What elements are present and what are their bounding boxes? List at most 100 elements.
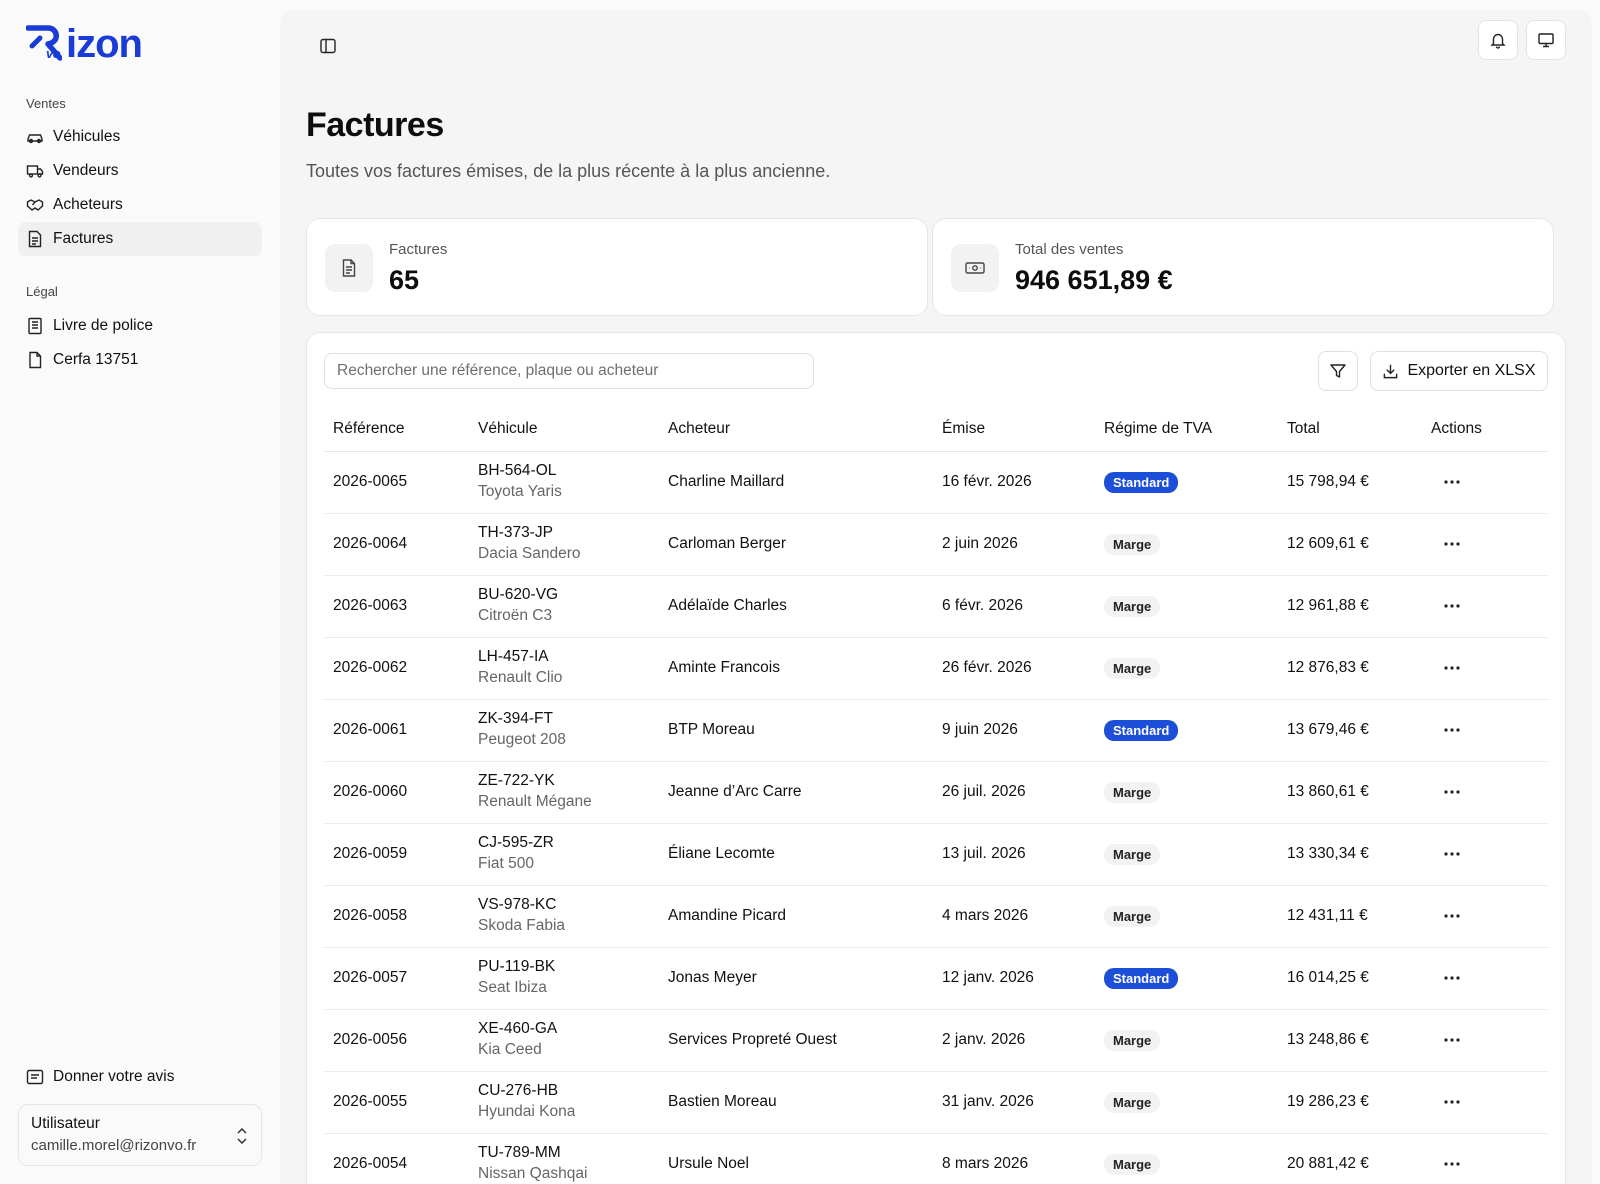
issue-date: 13 juil. 2026 [933,823,1095,886]
more-actions-button[interactable] [1437,718,1467,742]
vehicle-plate: ZK-394-FT [478,710,553,727]
more-actions-button[interactable] [1437,842,1467,866]
vat-cell: Marge [1095,1133,1278,1184]
actions-cell [1422,637,1548,700]
vehicle-cell: ZE-722-YK Renault Mégane [469,761,659,824]
more-actions-button[interactable] [1437,1028,1467,1052]
sidebar-item-factures[interactable]: Factures [18,222,262,256]
user-menu[interactable]: Utilisateur camille.morel@rizonvo.fr [18,1104,262,1166]
main-panel: Factures Toutes vos factures émises, de … [280,10,1592,1184]
truck-icon [26,162,44,180]
ellipsis-icon [1444,914,1460,918]
display-button[interactable] [1526,20,1566,60]
sidebar-item-cerfa[interactable]: Cerfa 13751 [18,343,262,377]
vehicle-model: Peugeot 208 [478,731,566,748]
invoice-total: 12 431,11 € [1278,885,1422,948]
vat-cell: Marge [1095,1009,1278,1072]
table-row[interactable]: 2026-0058 VS-978-KC Skoda Fabia Amandine Pi… [324,885,1548,948]
more-actions-button[interactable] [1437,1090,1467,1114]
issue-date: 2 janv. 2026 [933,1009,1095,1072]
vehicle-model: Hyundai Kona [478,1103,576,1120]
column-header[interactable]: Acheteur [659,407,933,452]
table-row[interactable]: 2026-0064 TH-373-JP Dacia Sandero Carloman … [324,513,1548,576]
invoice-reference: 2026-0061 [324,699,469,762]
document-icon [325,244,373,292]
vehicle-plate: CJ-595-ZR [478,834,554,851]
vehicle-cell: TH-373-JP Dacia Sandero [469,513,659,576]
table-row[interactable]: 2026-0057 PU-119-BK Seat Ibiza Jonas Meyer 1… [324,947,1548,1010]
vehicle-cell: ZK-394-FT Peugeot 208 [469,699,659,762]
monitor-icon [1538,33,1554,48]
issue-date: 12 janv. 2026 [933,947,1095,1010]
vehicle-plate: BU-620-VG [478,586,559,603]
brand-logo[interactable]: vo izon [26,22,156,66]
table-row[interactable]: 2026-0062 LH-457-IA Renault Clio Aminte Fra… [324,637,1548,700]
vat-regime-badge: Marge [1104,1091,1161,1113]
invoice-reference: 2026-0063 [324,575,469,638]
sidebar-item-acheteurs[interactable]: Acheteurs [18,188,262,222]
more-actions-button[interactable] [1437,532,1467,556]
column-header: Actions [1422,407,1548,452]
invoice-total: 13 860,61 € [1278,761,1422,824]
ellipsis-icon [1444,1100,1460,1104]
buyer-name: Amandine Picard [659,885,933,948]
more-actions-button[interactable] [1437,904,1467,928]
invoice-reference: 2026-0059 [324,823,469,886]
buyer-name: Aminte Francois [659,637,933,700]
invoice-total: 20 881,42 € [1278,1133,1422,1184]
ellipsis-icon [1444,1162,1460,1166]
more-actions-button[interactable] [1437,966,1467,990]
ellipsis-icon [1444,604,1460,608]
column-header[interactable]: Référence [324,407,469,452]
more-actions-button[interactable] [1437,594,1467,618]
issue-date: 2 juin 2026 [933,513,1095,576]
table-row[interactable]: 2026-0055 CU-276-HB Hyundai Kona Bastien Mo… [324,1071,1548,1134]
vehicle-cell: VS-978-KC Skoda Fabia [469,885,659,948]
sidebar-item-livre-de-police[interactable]: Livre de police [18,309,262,343]
table-row[interactable]: 2026-0061 ZK-394-FT Peugeot 208 BTP Moreau 9… [324,699,1548,762]
actions-cell [1422,947,1548,1010]
sidebar-item-vehicules[interactable]: Véhicules [18,120,262,154]
search-input[interactable] [324,353,814,389]
vehicle-model: Skoda Fabia [478,917,566,934]
vehicle-model: Fiat 500 [478,855,535,872]
sidebar-toggle-button[interactable] [314,32,342,60]
book-icon [26,317,44,335]
invoice-reference: 2026-0065 [324,451,469,514]
vat-cell: Marge [1095,575,1278,638]
sidebar-item-vendeurs[interactable]: Vendeurs [18,154,262,188]
table-row[interactable]: 2026-0054 TU-789-MM Nissan Qashqai Ursule N… [324,1133,1548,1184]
stat-value: 946 651,89 € [1015,265,1173,295]
vehicle-plate: TU-789-MM [478,1144,561,1161]
more-actions-button[interactable] [1437,470,1467,494]
invoice-reference: 2026-0054 [324,1133,469,1184]
invoice-total: 12 609,61 € [1278,513,1422,576]
column-header[interactable]: Véhicule [469,407,659,452]
more-actions-button[interactable] [1437,1152,1467,1176]
actions-cell [1422,1071,1548,1134]
table-row[interactable]: 2026-0060 ZE-722-YK Renault Mégane Jeanne d… [324,761,1548,824]
more-actions-button[interactable] [1437,656,1467,680]
page-subtitle: Toutes vos factures émises, de la plus r… [306,161,831,181]
actions-cell [1422,575,1548,638]
sidebar-item-label: Cerfa 13751 [53,351,139,368]
column-header[interactable]: Régime de TVA [1095,407,1278,452]
notifications-button[interactable] [1478,20,1518,60]
invoice-total: 12 961,88 € [1278,575,1422,638]
table-row[interactable]: 2026-0056 XE-460-GA Kia Ceed Services Propr… [324,1009,1548,1072]
more-actions-button[interactable] [1437,780,1467,804]
actions-cell [1422,699,1548,762]
feedback-button[interactable]: Donner votre avis [18,1060,262,1094]
sidebar-item-label: Acheteurs [53,196,123,213]
column-header[interactable]: Émise [933,407,1095,452]
filter-button[interactable] [1318,351,1358,391]
export-label: Exporter en XLSX [1407,362,1536,379]
table-row[interactable]: 2026-0063 BU-620-VG Citroën C3 Adélaïde Cha… [324,575,1548,638]
table-row[interactable]: 2026-0059 CJ-595-ZR Fiat 500 Éliane Lecomte… [324,823,1548,886]
table-row[interactable]: 2026-0065 BH-564-OL Toyota Yaris Charline M… [324,451,1548,514]
sidebar-item-label: Livre de police [53,317,153,334]
column-header[interactable]: Total [1278,407,1422,452]
vehicle-cell: TU-789-MM Nissan Qashqai [469,1133,659,1184]
export-xlsx-button[interactable]: Exporter en XLSX [1370,351,1548,391]
vat-regime-badge: Standard [1104,967,1179,989]
